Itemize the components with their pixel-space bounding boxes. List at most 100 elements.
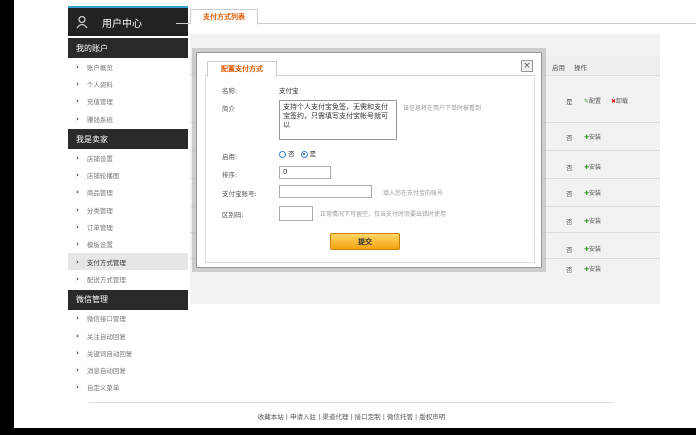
sidebar-item-account-overview[interactable]: › 账户概览 [68, 58, 188, 75]
page-frame: 用户中心 我的账户 › 账户概览 › 个人资料 › 充值管理 › 赚钱系统 我是卖家 ›… [14, 0, 696, 428]
sidebar-item-follow-reply[interactable]: › 关注自动回复 [68, 327, 188, 344]
tab-payment-list[interactable]: 支付方式列表 [190, 9, 258, 25]
install-link[interactable]: ✚安装 [584, 132, 601, 141]
table-cell-enabled: 否 [566, 266, 573, 274]
name-value: 支付宝 [279, 87, 299, 95]
chevron-right-icon: › [76, 114, 79, 123]
sidebar-item-recharge[interactable]: › 充值管理 [68, 93, 188, 110]
radio-yes-label: 是 [309, 150, 317, 158]
sidebar-item-label: 充值管理 [86, 98, 113, 107]
user-center-header: 用户中心 [68, 6, 188, 36]
section-heading-seller: 我是卖家 [68, 129, 188, 150]
chevron-right-icon: › [76, 348, 79, 357]
column-enabled: 启用 [552, 64, 565, 72]
code-hint: 正常情况下可留空，仅当支付时须要出错时使用 [320, 211, 447, 218]
sidebar-item-keyword-reply[interactable]: › 关键词自动回复 [68, 344, 188, 361]
order-label: 排序: [222, 171, 238, 179]
radio-no[interactable] [279, 150, 286, 158]
table-cell-enabled: 否 [566, 246, 573, 254]
table-cell-enabled: 否 [566, 134, 573, 142]
sidebar-item-label: 赚钱系统 [86, 115, 113, 124]
intro-label: 简介 [222, 105, 235, 113]
install-link[interactable]: ✚安装 [584, 162, 601, 171]
chevron-right-icon: › [76, 314, 79, 323]
chevron-right-icon: › [76, 97, 79, 106]
sidebar-item-payment-methods[interactable]: › 支付方式管理 [68, 252, 188, 271]
chevron-right-icon: › [76, 205, 79, 214]
sidebar-item-label: 店铺设置 [86, 154, 113, 163]
configure-link[interactable]: ✎配置 [584, 96, 601, 105]
section-heading-account: 我的账户 [68, 38, 188, 58]
radio-no-label: 否 [288, 150, 295, 158]
sidebar-item-label: 商品管理 [86, 189, 113, 198]
name-label: 名称: [222, 87, 238, 95]
account-label: 支付宝账号: [222, 190, 257, 198]
close-icon[interactable]: × [521, 60, 533, 72]
chevron-right-icon: › [76, 79, 79, 88]
tab-configure-payment[interactable]: 配置支付方式 [207, 61, 277, 77]
chevron-right-icon: › [76, 257, 79, 266]
sidebar-item-label: 配送方式管理 [86, 275, 126, 284]
table-cell-enabled: 是 [566, 98, 573, 106]
sidebar-item-categories[interactable]: › 分类管理 [68, 201, 188, 218]
order-input[interactable]: 0 [279, 166, 331, 179]
enable-label: 启用: [222, 153, 238, 161]
sidebar-item-wechat-api[interactable]: › 微信接口管理 [68, 310, 188, 327]
sidebar-item-label: 店铺轮播图 [86, 172, 120, 181]
sidebar-item-label: 订单管理 [86, 224, 113, 233]
table-cell-enabled: 否 [566, 164, 573, 172]
uninstall-link[interactable]: ✖卸载 [611, 96, 628, 105]
sidebar-item-custom-menu[interactable]: › 自定义菜单 [68, 379, 188, 396]
chevron-right-icon: › [76, 153, 79, 162]
sidebar-item-label: 关注自动回复 [86, 332, 126, 341]
table-cell-enabled: 否 [566, 218, 573, 226]
chevron-right-icon: › [76, 171, 79, 180]
install-link[interactable]: ✚安装 [584, 244, 601, 253]
code-input[interactable] [279, 206, 313, 221]
user-center-title: 用户中心 [102, 18, 142, 30]
chevron-right-icon: › [76, 223, 79, 232]
column-action: 操作 [574, 64, 587, 72]
sidebar-item-label: 自定义菜单 [86, 384, 120, 393]
sidebar-item-shop-carousel[interactable]: › 店铺轮播图 [68, 166, 188, 183]
sidebar: 用户中心 我的账户 › 账户概览 › 个人资料 › 充值管理 › 赚钱系统 我是卖家 ›… [68, 6, 188, 406]
intro-textarea[interactable]: 支持个人支付宝免签，无需和支付宝签约，只需填写支付宝帐号就可以 [279, 100, 397, 140]
sidebar-item-label: 账户概览 [86, 63, 113, 72]
install-link[interactable]: ✚安装 [584, 264, 601, 273]
radio-yes[interactable] [300, 150, 308, 158]
code-label: 区别码: [222, 211, 244, 219]
sidebar-item-label: 个人资料 [86, 80, 113, 89]
submit-button[interactable]: 提交 [330, 233, 400, 250]
sidebar-item-message-reply[interactable]: › 消息自动回复 [68, 361, 188, 378]
modal-tab-bar: 配置支付方式 [205, 59, 535, 77]
chevron-right-icon: › [76, 240, 79, 249]
account-input[interactable] [279, 185, 372, 198]
chevron-right-icon: › [76, 331, 79, 340]
configure-payment-modal: 配置支付方式 × 名称: 支付宝 简介 支持个人支付宝免签，无需和支付宝签约，只… [196, 52, 542, 268]
sidebar-item-label: 支付方式管理 [86, 258, 126, 267]
sidebar-item-orders[interactable]: › 订单管理 [68, 218, 188, 235]
sidebar-item-profile[interactable]: › 个人资料 [68, 75, 188, 92]
sidebar-item-label: 消息自动回复 [86, 367, 126, 376]
chevron-right-icon: › [76, 188, 79, 197]
chevron-right-icon: › [76, 62, 79, 71]
sidebar-item-earn[interactable]: › 赚钱系统 [68, 110, 188, 127]
enable-radio-group: 否 是 [279, 148, 316, 158]
install-link[interactable]: ✚安装 [584, 216, 601, 225]
sidebar-item-label: 关键词自动回复 [86, 349, 133, 358]
chevron-right-icon: › [76, 366, 79, 375]
user-icon [76, 15, 88, 29]
chevron-right-icon: › [76, 274, 79, 283]
sidebar-item-products[interactable]: › 商品管理 [68, 184, 188, 201]
modal-body: 名称: 支付宝 简介 支持个人支付宝免签，无需和支付宝签约，只需填写支付宝帐号就… [205, 77, 535, 263]
table-cell-enabled: 否 [566, 190, 573, 198]
account-hint: 填入您在支付宝的账号 [383, 190, 444, 197]
sidebar-item-delivery-methods[interactable]: › 配送方式管理 [68, 270, 188, 287]
footer-links[interactable]: 收藏本站 | 申请入驻 | 渠道代理 | 接口定制 | 微信托管 | 版权声明 [89, 402, 614, 421]
intro-hint: 该信息将在用户下单时被看到 [403, 105, 482, 112]
install-link[interactable]: ✚安装 [584, 188, 601, 197]
sidebar-item-templates[interactable]: › 模板设置 [68, 236, 188, 253]
sidebar-item-label: 微信接口管理 [86, 315, 126, 324]
section-heading-wechat: 微信管理 [68, 289, 188, 310]
sidebar-item-shop-settings[interactable]: › 店铺设置 [68, 149, 188, 166]
